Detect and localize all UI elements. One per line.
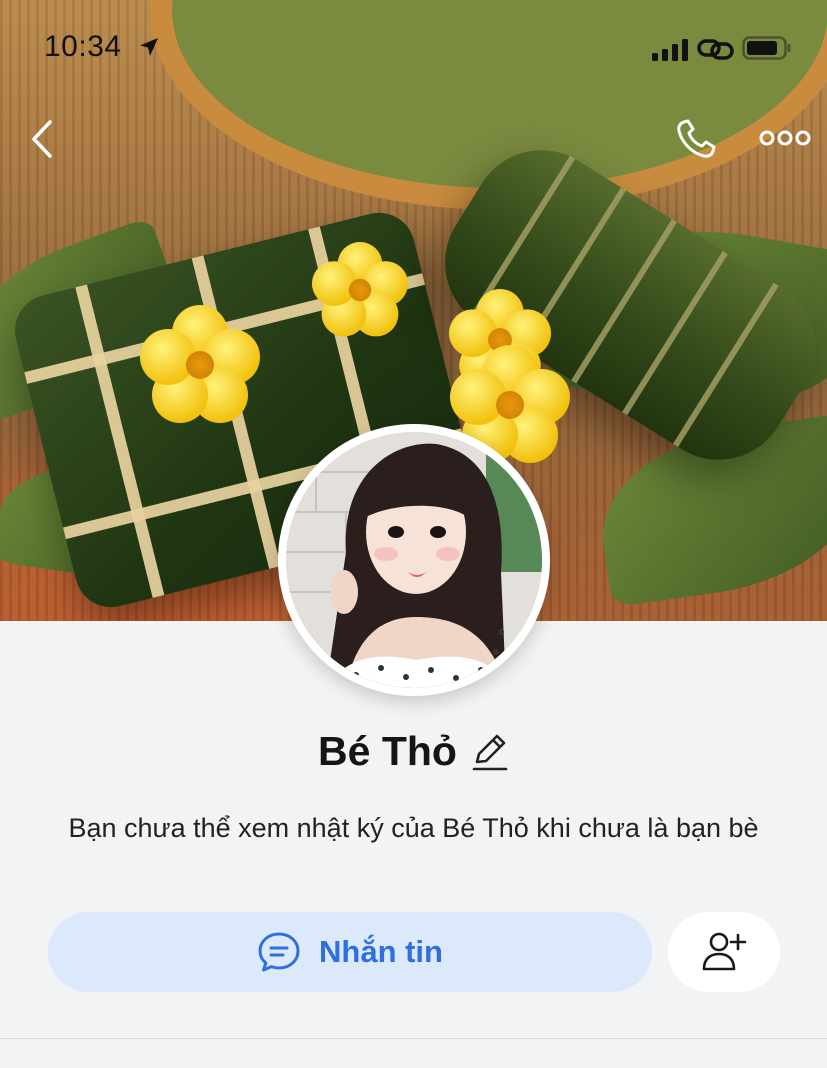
profile-name: Bé Thỏ (318, 728, 457, 774)
cover-flower (312, 242, 408, 338)
add-user-icon (702, 932, 747, 971)
cover-flower (140, 305, 260, 425)
back-button[interactable] (22, 116, 62, 162)
more-button[interactable] (758, 122, 812, 154)
link-icon (697, 39, 734, 60)
location-arrow-icon (140, 38, 158, 56)
avatar-portrait-icon (286, 432, 542, 688)
chat-bubble-icon (258, 932, 300, 972)
profile-name-row: Bé Thỏ (0, 728, 827, 775)
avatar[interactable] (278, 424, 550, 696)
call-button[interactable] (672, 116, 722, 162)
signal-icon (652, 39, 688, 61)
message-button-label: Nhắn tin (319, 934, 443, 969)
status-time: 10:34 (44, 30, 122, 63)
battery-icon (742, 36, 791, 60)
avatar-photo (286, 432, 542, 688)
privacy-notice: Bạn chưa thể xem nhật ký của Bé Thỏ khi … (68, 813, 759, 843)
pencil-icon[interactable] (471, 732, 509, 772)
section-divider (0, 1038, 827, 1039)
add-friend-button[interactable] (668, 912, 780, 992)
message-button[interactable]: Nhắn tin (48, 912, 652, 992)
